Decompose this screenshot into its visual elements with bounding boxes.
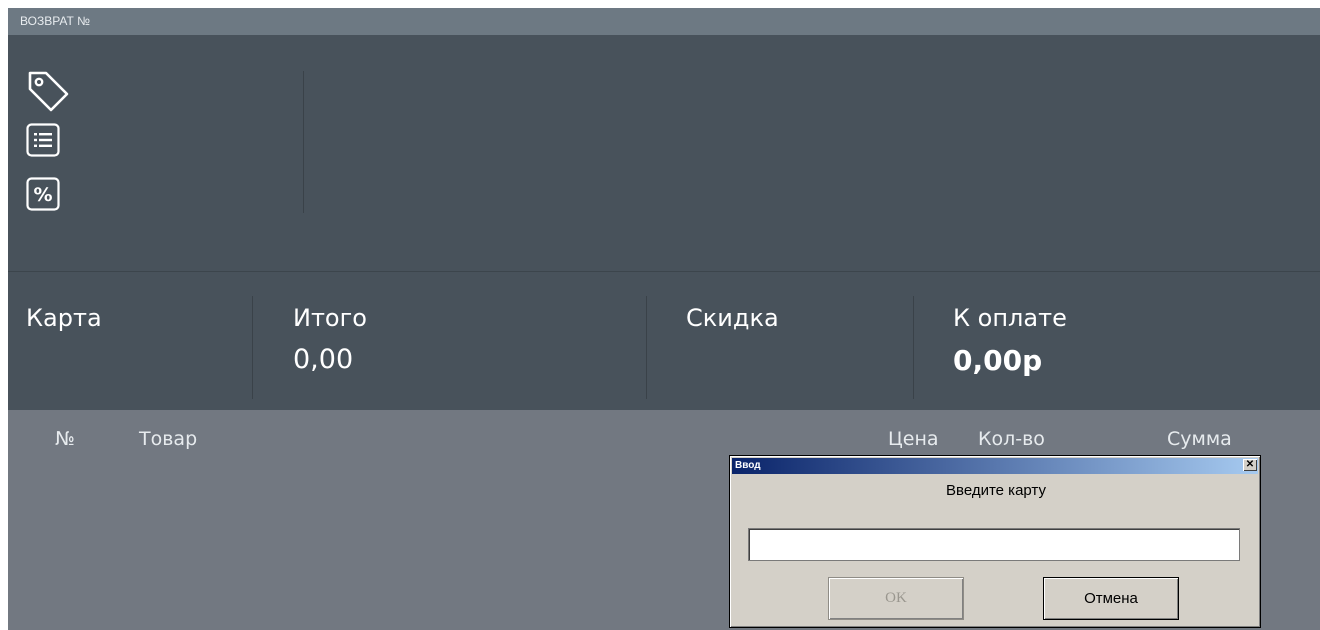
total-label: Итого [293, 304, 367, 332]
dialog-title: Ввод [732, 458, 1258, 474]
percent-symbol: % [33, 184, 52, 206]
discount-label: Скидка [686, 304, 779, 332]
card-number-input[interactable] [748, 528, 1240, 561]
percent-icon[interactable]: % [26, 177, 60, 215]
totals-separator [913, 296, 914, 399]
price-tag-icon[interactable] [24, 67, 72, 119]
cancel-button[interactable]: Отмена [1043, 577, 1179, 620]
due-value: 0,00р [953, 344, 1043, 377]
window-title: ВОЗВРАТ № [8, 8, 1320, 35]
column-header-sum: Сумма [1167, 428, 1232, 450]
card-input-dialog: Ввод ✕ Введите карту OK Отмена [729, 455, 1261, 628]
top-panel: % [8, 35, 1320, 271]
column-header-price: Цена [888, 428, 939, 450]
dialog-prompt: Введите карту [946, 482, 1046, 499]
total-value: 0,00 [293, 344, 354, 375]
column-header-number: № [55, 428, 75, 450]
list-icon[interactable] [26, 123, 60, 161]
ok-button[interactable]: OK [828, 577, 964, 620]
totals-separator [646, 296, 647, 399]
totals-separator [252, 296, 253, 399]
panel-divider [303, 71, 304, 213]
column-header-product: Товар [139, 428, 198, 450]
due-label: К оплате [953, 304, 1067, 332]
totals-panel: Карта Итого 0,00 Скидка К оплате 0,00р [8, 272, 1320, 410]
close-icon[interactable]: ✕ [1243, 459, 1257, 471]
column-header-quantity: Кол-во [978, 428, 1045, 450]
card-label: Карта [26, 304, 102, 332]
